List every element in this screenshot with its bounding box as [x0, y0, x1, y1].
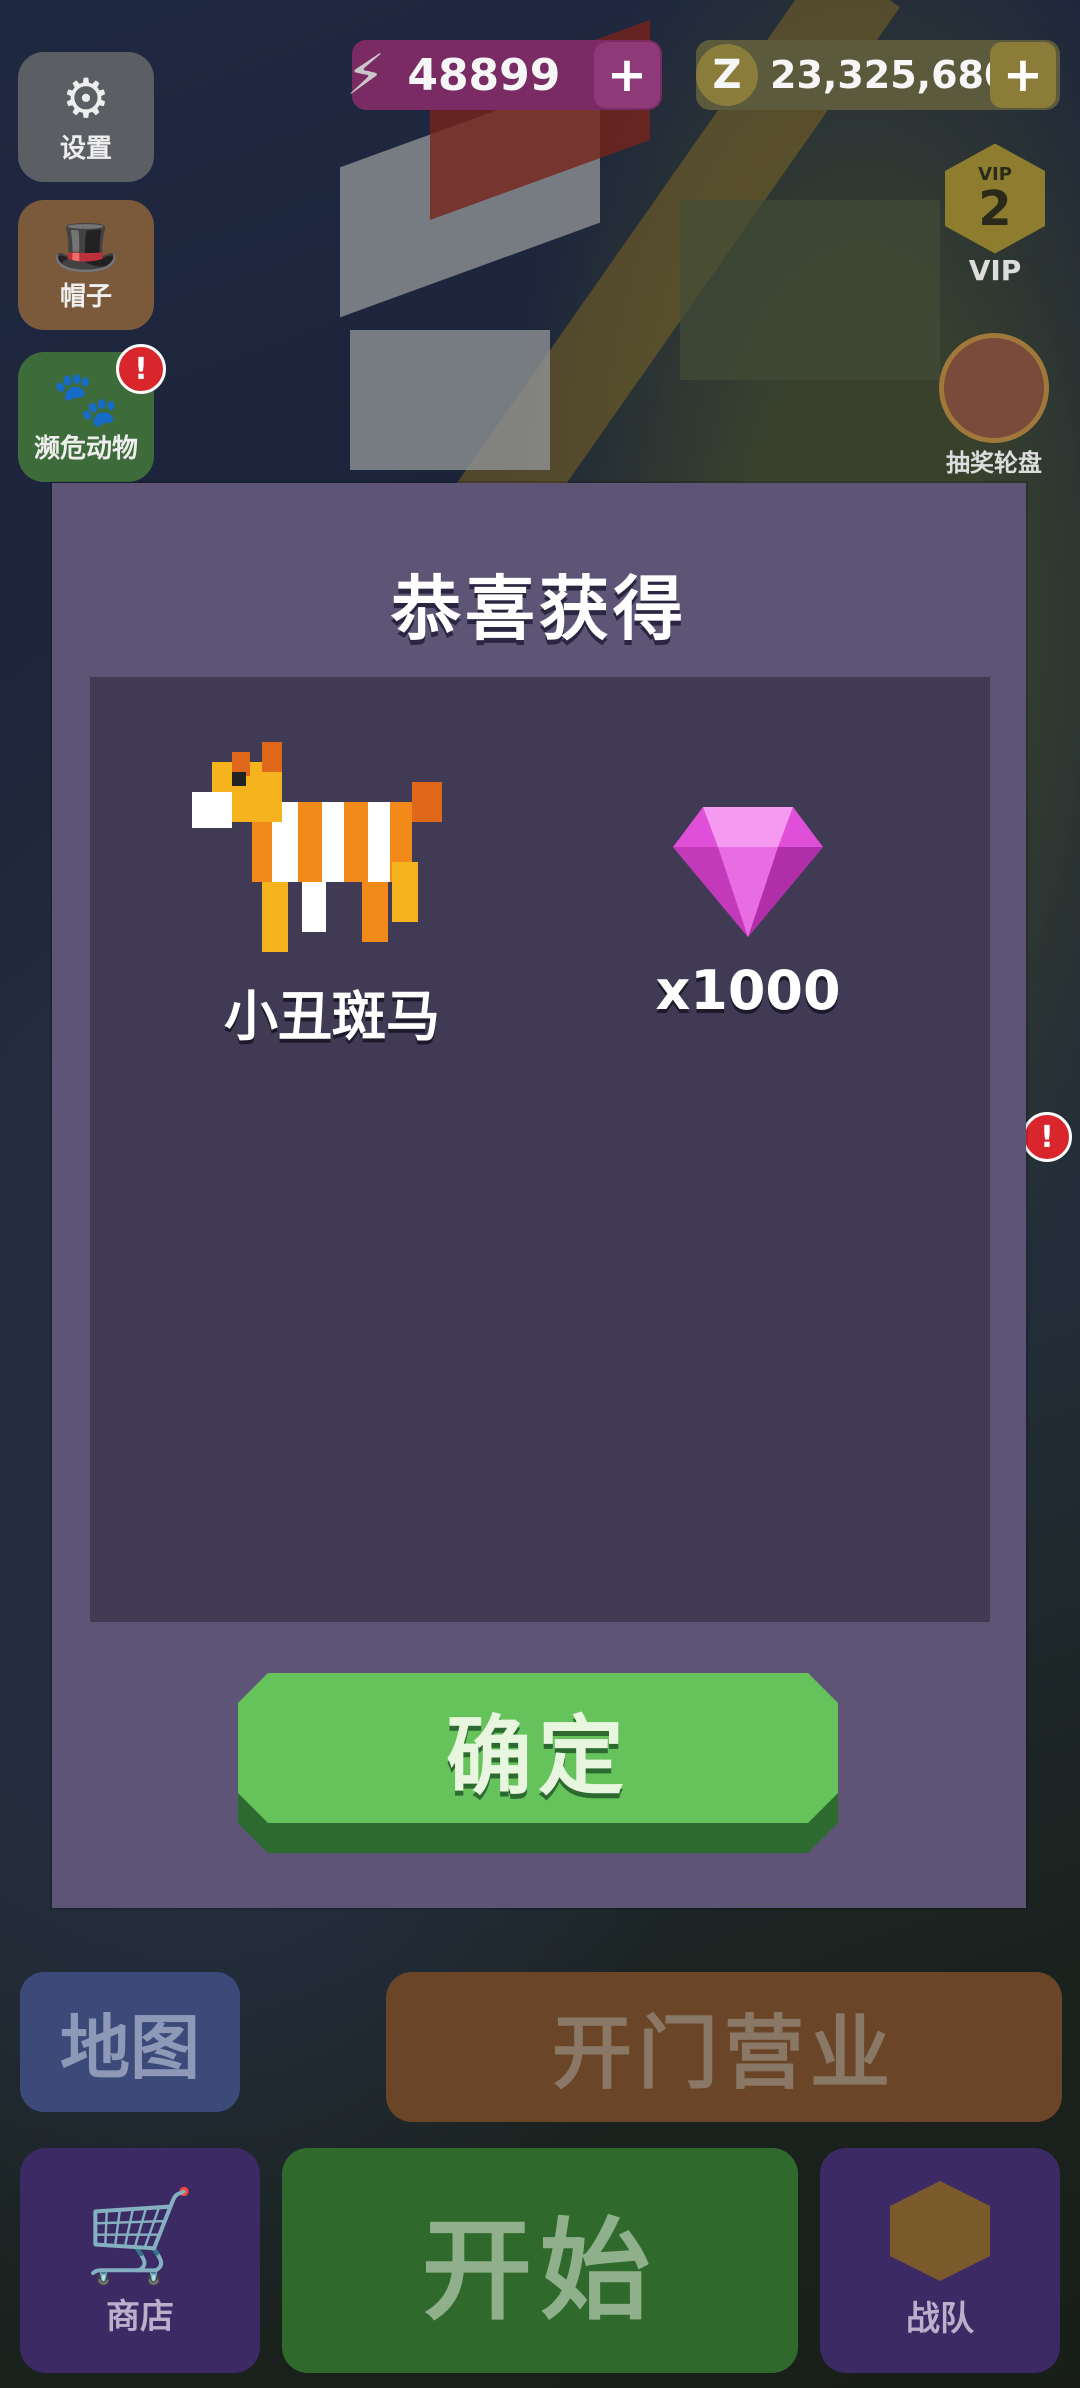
side-alert-badge: !	[1022, 1112, 1072, 1162]
wheel-icon	[939, 332, 1049, 443]
lottery-label: 抽奖轮盘	[946, 448, 1042, 477]
hat-label: 帽子	[59, 281, 112, 312]
vip-button[interactable]: VIP 2 VIP	[930, 140, 1060, 290]
lottery-wheel-button[interactable]: 抽奖轮盘	[924, 330, 1064, 480]
confirm-button[interactable]: 确定	[238, 1673, 838, 1853]
team-crest-icon	[890, 2181, 990, 2281]
shop-label: 商店	[106, 2296, 174, 2337]
team-button[interactable]: 战队	[820, 2148, 1060, 2373]
cart-icon: 🛒	[83, 2183, 197, 2289]
reward-dialog: 恭喜获得 小丑斑马 x1000 确定	[52, 483, 1026, 1908]
vip-label: VIP	[968, 253, 1022, 287]
hat-icon: 🎩	[52, 214, 120, 278]
gear-icon: ⚙	[61, 66, 111, 130]
reward-item-diamonds: x1000	[598, 807, 898, 1022]
coins-value: 23,325,680	[770, 53, 1011, 97]
reward-item-zebra: 小丑斑马	[182, 732, 482, 1051]
vip-badge: VIP 2	[945, 143, 1045, 254]
reward-panel: 小丑斑马 x1000	[90, 677, 990, 1622]
add-coins-button[interactable]: +	[990, 42, 1056, 108]
paw-icon: 🐾	[52, 366, 120, 430]
energy-value: 48899	[407, 49, 561, 101]
start-label: 开始	[422, 2206, 658, 2335]
shop-button[interactable]: 🛒 商店	[20, 2148, 260, 2373]
settings-button[interactable]: ⚙ 设置	[18, 52, 154, 182]
endangered-alert-badge: !	[116, 344, 166, 394]
map-button[interactable]: 地图	[20, 1972, 240, 2112]
dialog-title: 恭喜获得	[391, 568, 687, 650]
team-label: 战队	[906, 2299, 974, 2339]
coin-icon: Z	[696, 44, 758, 106]
start-button[interactable]: 开始	[282, 2148, 798, 2373]
endangered-animals-label: 濒危动物	[33, 433, 138, 464]
reward-label-zebra: 小丑斑马	[224, 985, 440, 1048]
open-business-button[interactable]: 开门营业	[386, 1972, 1062, 2122]
zebra-icon	[192, 742, 442, 952]
settings-label: 设置	[59, 133, 112, 164]
lightning-icon: ⚡	[346, 42, 386, 108]
diamond-icon	[673, 807, 823, 937]
vip-level: 2	[978, 181, 1012, 237]
reward-label-diamonds: x1000	[655, 959, 841, 1022]
add-energy-button[interactable]: +	[594, 42, 660, 108]
open-business-label: 开门营业	[552, 2007, 896, 2100]
confirm-label: 确定	[446, 1706, 630, 1807]
map-label: 地图	[60, 2006, 200, 2089]
hat-button[interactable]: 🎩 帽子	[18, 200, 154, 330]
